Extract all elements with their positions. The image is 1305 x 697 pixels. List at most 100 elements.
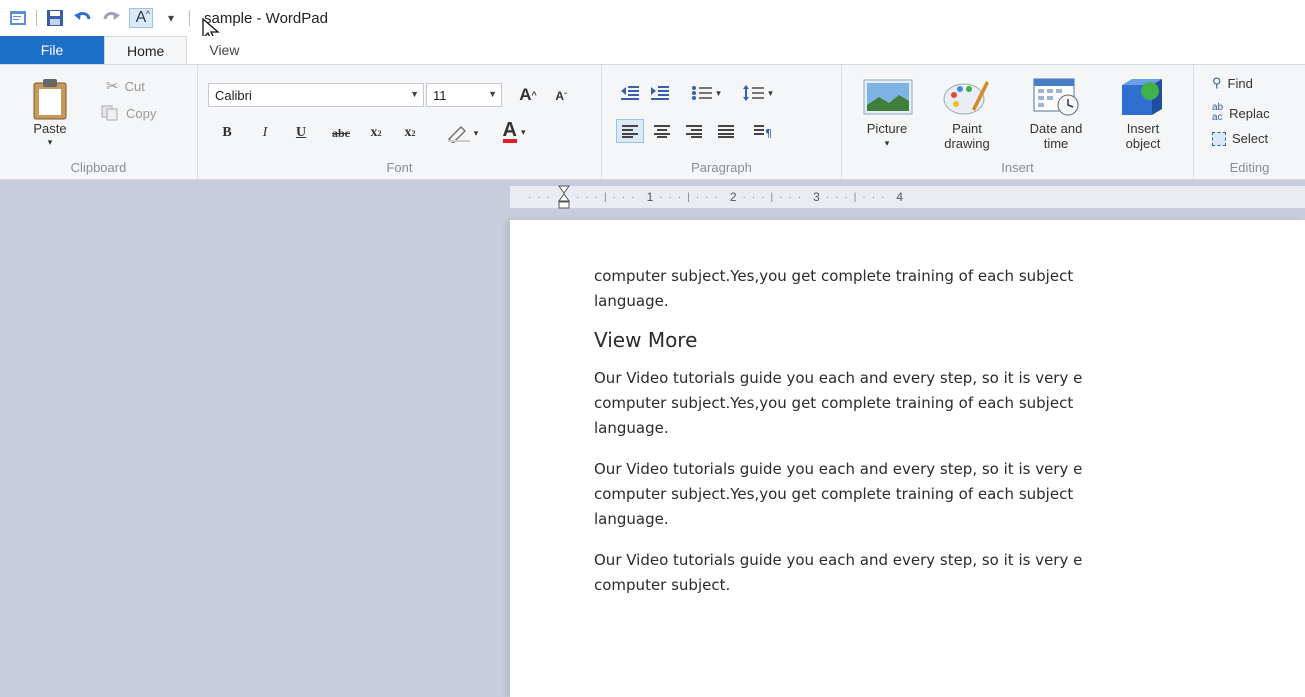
font-color-button[interactable]: A ▾ <box>492 119 536 145</box>
document-content[interactable]: computer subject.Yes,you get complete tr… <box>594 264 1305 614</box>
grow-font-quick-icon[interactable]: A ^ <box>129 8 153 28</box>
highlight-color-button[interactable]: ▾ <box>440 121 484 145</box>
tab-view[interactable]: View <box>187 36 261 64</box>
ruler-mark-1: 1 <box>646 190 654 204</box>
bold-button[interactable]: B <box>216 121 238 145</box>
select-label: Select <box>1232 131 1269 146</box>
shrink-font-button[interactable]: Aˇ <box>550 85 572 107</box>
text-line: computer subject. <box>594 576 731 594</box>
ruler-mark-4: 4 <box>896 190 904 204</box>
customize-quick-access-icon[interactable]: ▾ <box>161 8 181 28</box>
decrease-indent-icon <box>621 86 639 100</box>
font-family-select[interactable]: Calibri ▼ <box>208 83 424 107</box>
title-bar: A ^ ▾ sample - WordPad <box>0 0 1305 43</box>
ruler-ticks: ··· <box>528 191 556 203</box>
ruler-mark-3: 3 <box>813 190 820 204</box>
date-time-label-line1[interactable]: Date and <box>1016 121 1096 136</box>
insert-object-button[interactable] <box>1114 75 1170 119</box>
editing-group-label: Editing <box>1229 160 1270 175</box>
replace-button[interactable]: ab ac Replac <box>1212 103 1270 123</box>
text-line: computer subject.Yes,you get complete tr… <box>594 267 1074 285</box>
paint-drawing-label-line2[interactable]: drawing <box>932 136 1002 151</box>
chevron-down-icon: ▾ <box>520 126 526 137</box>
align-left-icon <box>622 125 638 138</box>
picture-icon <box>863 79 913 115</box>
text-line: language. <box>594 292 669 310</box>
decrease-indent-button[interactable] <box>618 81 642 105</box>
font-family-value: Calibri <box>215 87 252 103</box>
document-page[interactable]: computer subject.Yes,you get complete tr… <box>510 220 1305 697</box>
font-size-select[interactable]: 11 ▼ <box>426 83 502 107</box>
paragraph-group-label: Paragraph <box>691 160 752 175</box>
text-line: Our Video tutorials guide you each and e… <box>594 369 1083 387</box>
bullet-list-button[interactable]: ▾ <box>684 81 728 105</box>
highlighter-icon <box>447 125 470 143</box>
paragraph-icon: ¶ <box>754 125 771 138</box>
replace-icon: ab ac <box>1212 102 1224 123</box>
align-center-icon <box>654 125 670 138</box>
ruler[interactable]: ··· ···|··· 1 ···|··· 2 ···|··· 3 ···|··… <box>510 185 1305 209</box>
binoculars-icon: ⚲ <box>1212 75 1222 90</box>
font-group-label: Font <box>386 160 413 175</box>
increase-indent-button[interactable] <box>648 81 672 105</box>
paste-button[interactable] <box>28 75 72 123</box>
undo-icon[interactable] <box>73 8 93 28</box>
insert-object-label-line1[interactable]: Insert <box>1108 121 1178 136</box>
paragraph-settings-button[interactable]: ¶ <box>748 119 776 143</box>
insert-group: Picture ▾ Paint drawing Date and time In… <box>842 65 1194 179</box>
paragraph-2: Our Video tutorials guide you each and e… <box>594 457 1305 532</box>
line-spacing-icon <box>743 85 765 101</box>
save-icon[interactable] <box>45 8 65 28</box>
chevron-down-icon: ▼ <box>488 89 497 99</box>
copy-button[interactable]: Copy <box>100 105 156 121</box>
paragraph-1: Our Video tutorials guide you each and e… <box>594 366 1305 441</box>
cut-button[interactable]: ✂ Cut <box>106 77 145 95</box>
paste-icon <box>33 79 67 120</box>
paint-drawing-button[interactable] <box>938 75 994 119</box>
underline-button[interactable]: U <box>290 121 312 145</box>
insert-group-label: Insert <box>1001 160 1034 175</box>
select-all-button[interactable]: Select <box>1212 131 1268 146</box>
chevron-down-icon: ▾ <box>716 87 721 98</box>
picture-button[interactable] <box>858 75 918 119</box>
superscript-button[interactable]: x2 <box>398 121 422 145</box>
ribbon-tabs: File Home View <box>0 36 1305 64</box>
paragraph-top: computer subject.Yes,you get complete tr… <box>594 264 1305 314</box>
chevron-down-icon: ▾ <box>768 87 773 98</box>
paste-dropdown-icon[interactable]: ▾ <box>22 135 78 150</box>
tab-file[interactable]: File <box>0 36 104 64</box>
paste-label[interactable]: Paste <box>22 121 78 136</box>
paragraph-3: Our Video tutorials guide you each and e… <box>594 548 1305 598</box>
italic-button[interactable]: I <box>254 121 276 145</box>
justify-button[interactable] <box>712 119 740 143</box>
align-center-button[interactable] <box>648 119 676 143</box>
chevron-down-icon: ▼ <box>410 89 419 99</box>
date-time-button[interactable] <box>1026 75 1086 119</box>
align-left-button[interactable] <box>616 119 644 143</box>
insert-object-label-line2[interactable]: object <box>1108 136 1178 151</box>
find-button[interactable]: ⚲ Find <box>1212 75 1253 91</box>
indent-marker-icon[interactable] <box>558 185 570 209</box>
align-right-button[interactable] <box>680 119 708 143</box>
palette-icon <box>943 81 989 115</box>
picture-dropdown-icon[interactable]: ▾ <box>852 136 922 151</box>
redo-icon[interactable] <box>101 8 121 28</box>
object-icon <box>1122 79 1162 115</box>
grow-font-button[interactable]: A ^ <box>516 83 540 107</box>
text-line: computer subject.Yes,you get complete tr… <box>594 485 1074 503</box>
line-spacing-button[interactable]: ▾ <box>736 81 780 105</box>
copy-icon <box>101 105 118 121</box>
window-title: sample - WordPad <box>204 9 328 27</box>
strikethrough-button[interactable]: abc <box>324 121 358 145</box>
subscript-button[interactable]: x2 <box>364 121 388 145</box>
increase-indent-icon <box>651 86 669 100</box>
date-time-label-line2[interactable]: time <box>1016 136 1096 151</box>
picture-label[interactable]: Picture <box>852 121 922 136</box>
select-all-icon <box>1212 131 1226 146</box>
bullet-list-icon <box>692 86 713 100</box>
app-icon[interactable] <box>8 8 28 28</box>
paint-drawing-label-line1[interactable]: Paint <box>932 121 1002 136</box>
tab-home[interactable]: Home <box>104 36 188 64</box>
copy-label: Copy <box>126 105 157 121</box>
heading-view-more: View More <box>594 328 698 352</box>
